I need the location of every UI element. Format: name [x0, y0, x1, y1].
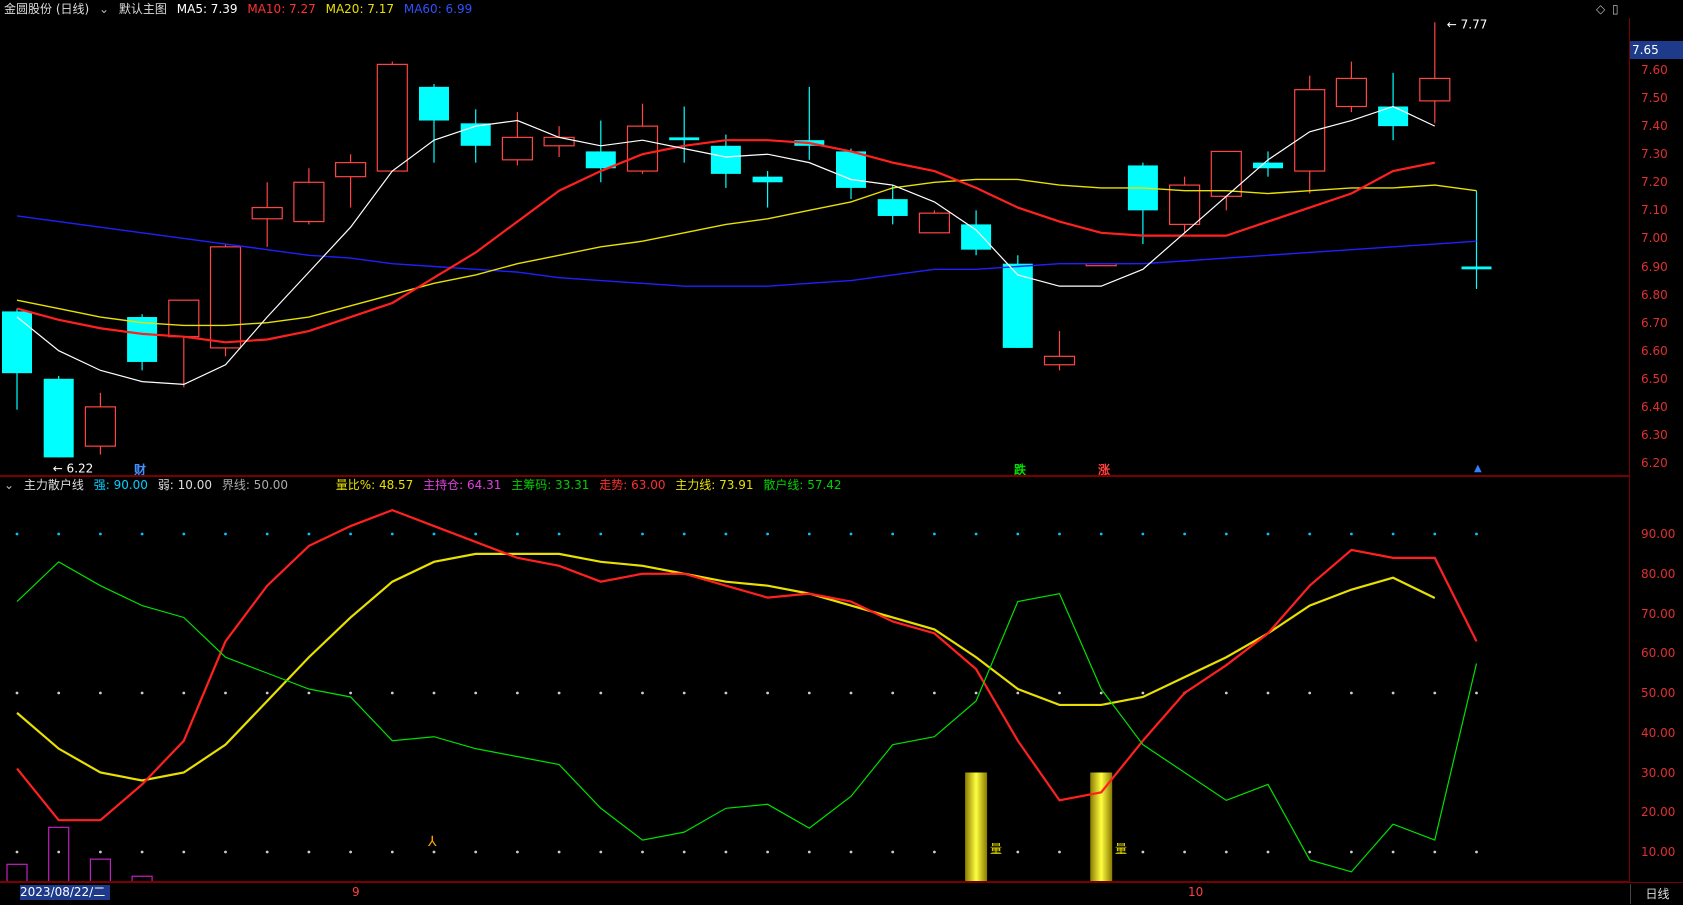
price-tick-label: 6.50	[1641, 371, 1668, 386]
template-label[interactable]: 默认主图	[119, 2, 167, 16]
indicator-tick-label: 50.00	[1641, 686, 1676, 700]
indicator-tick-label: 10.00	[1641, 845, 1676, 859]
indicator-tick-label: 20.00	[1641, 805, 1676, 820]
ma5-value: MA5: 7.39	[176, 2, 238, 16]
stock-title[interactable]: 金圆股份 (日线)	[4, 2, 89, 16]
menu-icon[interactable]: ▯	[1612, 2, 1619, 16]
indicator-tick-label: 70.00	[1641, 606, 1676, 621]
price-tick-label: 7.40	[1641, 119, 1668, 134]
price-tick-label: 7.00	[1641, 231, 1668, 246]
last-price-badge: 7.65	[1630, 41, 1683, 59]
indicator-tick-label: 90.00	[1641, 527, 1676, 541]
main-chart-header: 金圆股份 (日线) ⌄ 默认主图 MA5: 7.39 MA10: 7.27 MA…	[4, 0, 478, 18]
timeline-bar	[0, 882, 1683, 905]
indicator-panel-frame	[0, 476, 1630, 882]
indicator-tick-label: 30.00	[1641, 765, 1676, 780]
price-tick-label: 7.20	[1641, 175, 1668, 190]
price-tick-label: 6.40	[1641, 399, 1668, 414]
ma10-value: MA10: 7.27	[247, 2, 316, 16]
price-tick-label: 7.50	[1641, 91, 1668, 106]
ma20-value: MA20: 7.17	[325, 2, 395, 16]
price-tick-label: 7.30	[1641, 147, 1668, 162]
indicator-tick-label: 60.00	[1641, 646, 1676, 661]
price-tick-label: 6.60	[1641, 343, 1668, 358]
price-tick-label: 6.70	[1641, 315, 1668, 330]
indicator-tick-label: 80.00	[1641, 566, 1676, 581]
price-tick-label: 6.80	[1641, 287, 1668, 302]
date-cursor-label: 2023/08/22/二	[20, 885, 110, 900]
price-tick-label: 7.60	[1641, 63, 1668, 77]
diamond-icon[interactable]: ◇	[1596, 2, 1605, 16]
month-label-9: 9	[352, 885, 360, 899]
ma60-value: MA60: 6.99	[403, 2, 473, 16]
period-button[interactable]: 日线	[1630, 884, 1683, 904]
main-panel-frame	[0, 18, 1630, 476]
indicator-tick-label: 40.00	[1641, 725, 1676, 740]
price-tick-label: 6.20	[1641, 456, 1668, 470]
price-tick-label: 7.10	[1641, 203, 1668, 218]
month-label-10: 10	[1188, 885, 1204, 899]
chevron-down-icon[interactable]: ⌄	[99, 2, 109, 16]
price-tick-label: 6.30	[1641, 427, 1668, 442]
price-tick-label: 6.90	[1641, 259, 1668, 274]
